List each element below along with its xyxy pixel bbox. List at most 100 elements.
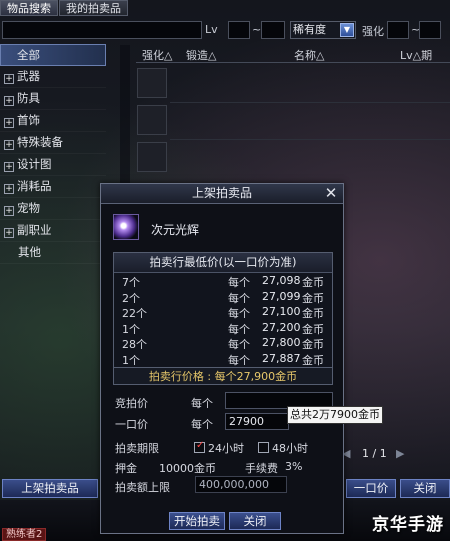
- lowest-price-title: 拍卖行最低价(以一口价为准): [114, 253, 332, 273]
- category-special-equipment[interactable]: + 特殊装备: [0, 132, 106, 154]
- close-auction-button[interactable]: 关闭: [400, 479, 450, 498]
- price-row: 22个 每个 27,100 金币: [114, 304, 332, 320]
- level-min-input[interactable]: [228, 21, 250, 39]
- bid-label: 竞拍价: [115, 397, 148, 410]
- fee-label: 手续费: [245, 462, 278, 475]
- sort-forge-header[interactable]: 锻造△: [186, 47, 216, 63]
- tab-my-auctions[interactable]: 我的拍卖品: [59, 0, 128, 16]
- price-row: 1个 每个 27,200 金币: [114, 320, 332, 336]
- deposit-label: 押金: [115, 462, 137, 475]
- buyout-total-tooltip: 总共2万7900金币: [287, 406, 383, 424]
- price-per: 每个: [228, 353, 250, 367]
- category-label: 防具: [17, 91, 40, 105]
- price-amount: 27,099: [262, 289, 301, 303]
- list-header: 强化△ 锻造△ 名称△ Lv△期: [136, 45, 450, 63]
- expand-icon[interactable]: +: [4, 206, 14, 216]
- category-all[interactable]: 全部: [0, 44, 106, 66]
- category-label: 全部: [17, 48, 40, 62]
- expand-icon[interactable]: +: [4, 162, 14, 172]
- player-level-badge: 熟练者2: [2, 528, 47, 541]
- lowest-price-table: 拍卖行最低价(以一口价为准) 7个 每个 27,098 金币 2个 每个 27,…: [113, 252, 333, 383]
- category-other[interactable]: 其他: [0, 242, 106, 264]
- dialog-title: 上架拍卖品: [101, 184, 343, 204]
- price-amount: 27,098: [262, 274, 301, 287]
- item-row: 次元光辉: [101, 214, 343, 244]
- enhance-min-input[interactable]: [387, 21, 409, 39]
- close-dialog-button[interactable]: 关闭: [229, 512, 281, 530]
- buyout-label: 一口价: [115, 418, 148, 431]
- close-icon[interactable]: ✕: [323, 185, 339, 202]
- category-label: 特殊装备: [17, 135, 63, 149]
- item-name: 次元光辉: [151, 223, 200, 237]
- buy-now-button[interactable]: 一口价: [346, 479, 396, 498]
- list-item-slot[interactable]: [137, 105, 167, 135]
- watermark: 京华手游: [372, 515, 444, 535]
- list-item-button[interactable]: 上架拍卖品: [2, 479, 98, 498]
- page-indicator: 1 / 1: [362, 447, 387, 460]
- bid-per-label: 每个: [191, 397, 213, 410]
- level-range-separator: ~: [252, 23, 262, 36]
- enhance-max-input[interactable]: [419, 21, 441, 39]
- row-divider: [170, 102, 450, 103]
- period-label: 拍卖期限: [115, 442, 159, 455]
- sort-level-header[interactable]: Lv△期: [400, 47, 432, 63]
- level-label: Lv: [205, 23, 218, 36]
- category-weapon[interactable]: + 武器: [0, 66, 106, 88]
- category-sub-job[interactable]: + 副职业: [0, 220, 106, 242]
- search-input[interactable]: [2, 21, 202, 39]
- expand-icon[interactable]: +: [4, 140, 14, 150]
- rarity-value: 稀有度: [293, 23, 326, 36]
- limit-label: 拍卖额上限: [115, 481, 170, 494]
- category-jewelry[interactable]: + 首饰: [0, 110, 106, 132]
- list-item-slot[interactable]: [137, 142, 167, 172]
- list-item-slot[interactable]: [137, 68, 167, 98]
- expand-icon[interactable]: +: [4, 96, 14, 106]
- category-label: 设计图: [17, 157, 52, 171]
- category-label: 消耗品: [17, 179, 52, 193]
- sort-enhance-header[interactable]: 强化△: [142, 47, 172, 63]
- list-item-dialog: 上架拍卖品 ✕ 次元光辉 拍卖行最低价(以一口价为准) 7个 每个 27,098…: [100, 183, 383, 534]
- price-qty: 1个: [122, 353, 140, 367]
- auction-tabs: 物品搜索 我的拍卖品: [0, 0, 129, 16]
- fee-value: 3%: [285, 460, 303, 473]
- period-48h-checkbox[interactable]: [258, 442, 269, 453]
- category-label: 宠物: [17, 201, 40, 215]
- expand-icon[interactable]: +: [4, 184, 14, 194]
- chevron-down-icon[interactable]: ▼: [340, 23, 354, 37]
- pagination: ◀ 1 / 1 ▶: [342, 446, 412, 462]
- price-amount: 27,200: [262, 320, 301, 334]
- category-pet[interactable]: + 宠物: [0, 198, 106, 220]
- limit-value: 400,000,000: [195, 476, 287, 493]
- price-amount: 27,100: [262, 305, 301, 318]
- expand-icon[interactable]: +: [4, 118, 14, 128]
- period-48h-label: 48小时: [272, 442, 308, 455]
- tab-item-search[interactable]: 物品搜索: [0, 0, 58, 16]
- category-label: 其他: [18, 245, 41, 259]
- market-price: 拍卖行价格 : 每个27,900金币: [113, 367, 333, 385]
- rarity-dropdown[interactable]: 稀有度 ▼: [290, 21, 356, 39]
- category-label: 首饰: [17, 113, 40, 127]
- next-page-icon[interactable]: ▶: [396, 447, 408, 461]
- category-consumable[interactable]: + 消耗品: [0, 176, 106, 198]
- category-label: 副职业: [17, 223, 52, 237]
- price-unit: 金币: [302, 353, 324, 367]
- category-label: 武器: [17, 69, 40, 83]
- sort-name-header[interactable]: 名称△: [294, 47, 324, 63]
- deposit-value: 10000金币: [159, 462, 216, 475]
- start-auction-button[interactable]: 开始拍卖: [169, 512, 225, 530]
- enhance-label: 强化: [362, 25, 384, 38]
- category-sidebar: 全部 + 武器 + 防具 + 首饰 + 特殊装备 + 设计图 + 消耗品 + 宠物 + 副职业 …: [0, 44, 106, 264]
- period-24h-label: 24小时: [208, 442, 244, 455]
- item-icon: [113, 214, 139, 240]
- expand-icon[interactable]: +: [4, 228, 14, 238]
- expand-icon[interactable]: +: [4, 74, 14, 84]
- category-blueprint[interactable]: + 设计图: [0, 154, 106, 176]
- price-amount: 27,800: [262, 336, 301, 349]
- price-row: 1个 每个 27,887 金币: [114, 351, 332, 367]
- search-bar: Lv ~ 稀有度 ▼ 强化 ~: [0, 21, 450, 39]
- category-armor[interactable]: + 防具: [0, 88, 106, 110]
- level-max-input[interactable]: [261, 21, 285, 39]
- period-24h-checkbox[interactable]: [194, 440, 205, 453]
- buyout-per-label: 每个: [191, 418, 213, 431]
- buyout-price-input[interactable]: 27900: [225, 413, 289, 430]
